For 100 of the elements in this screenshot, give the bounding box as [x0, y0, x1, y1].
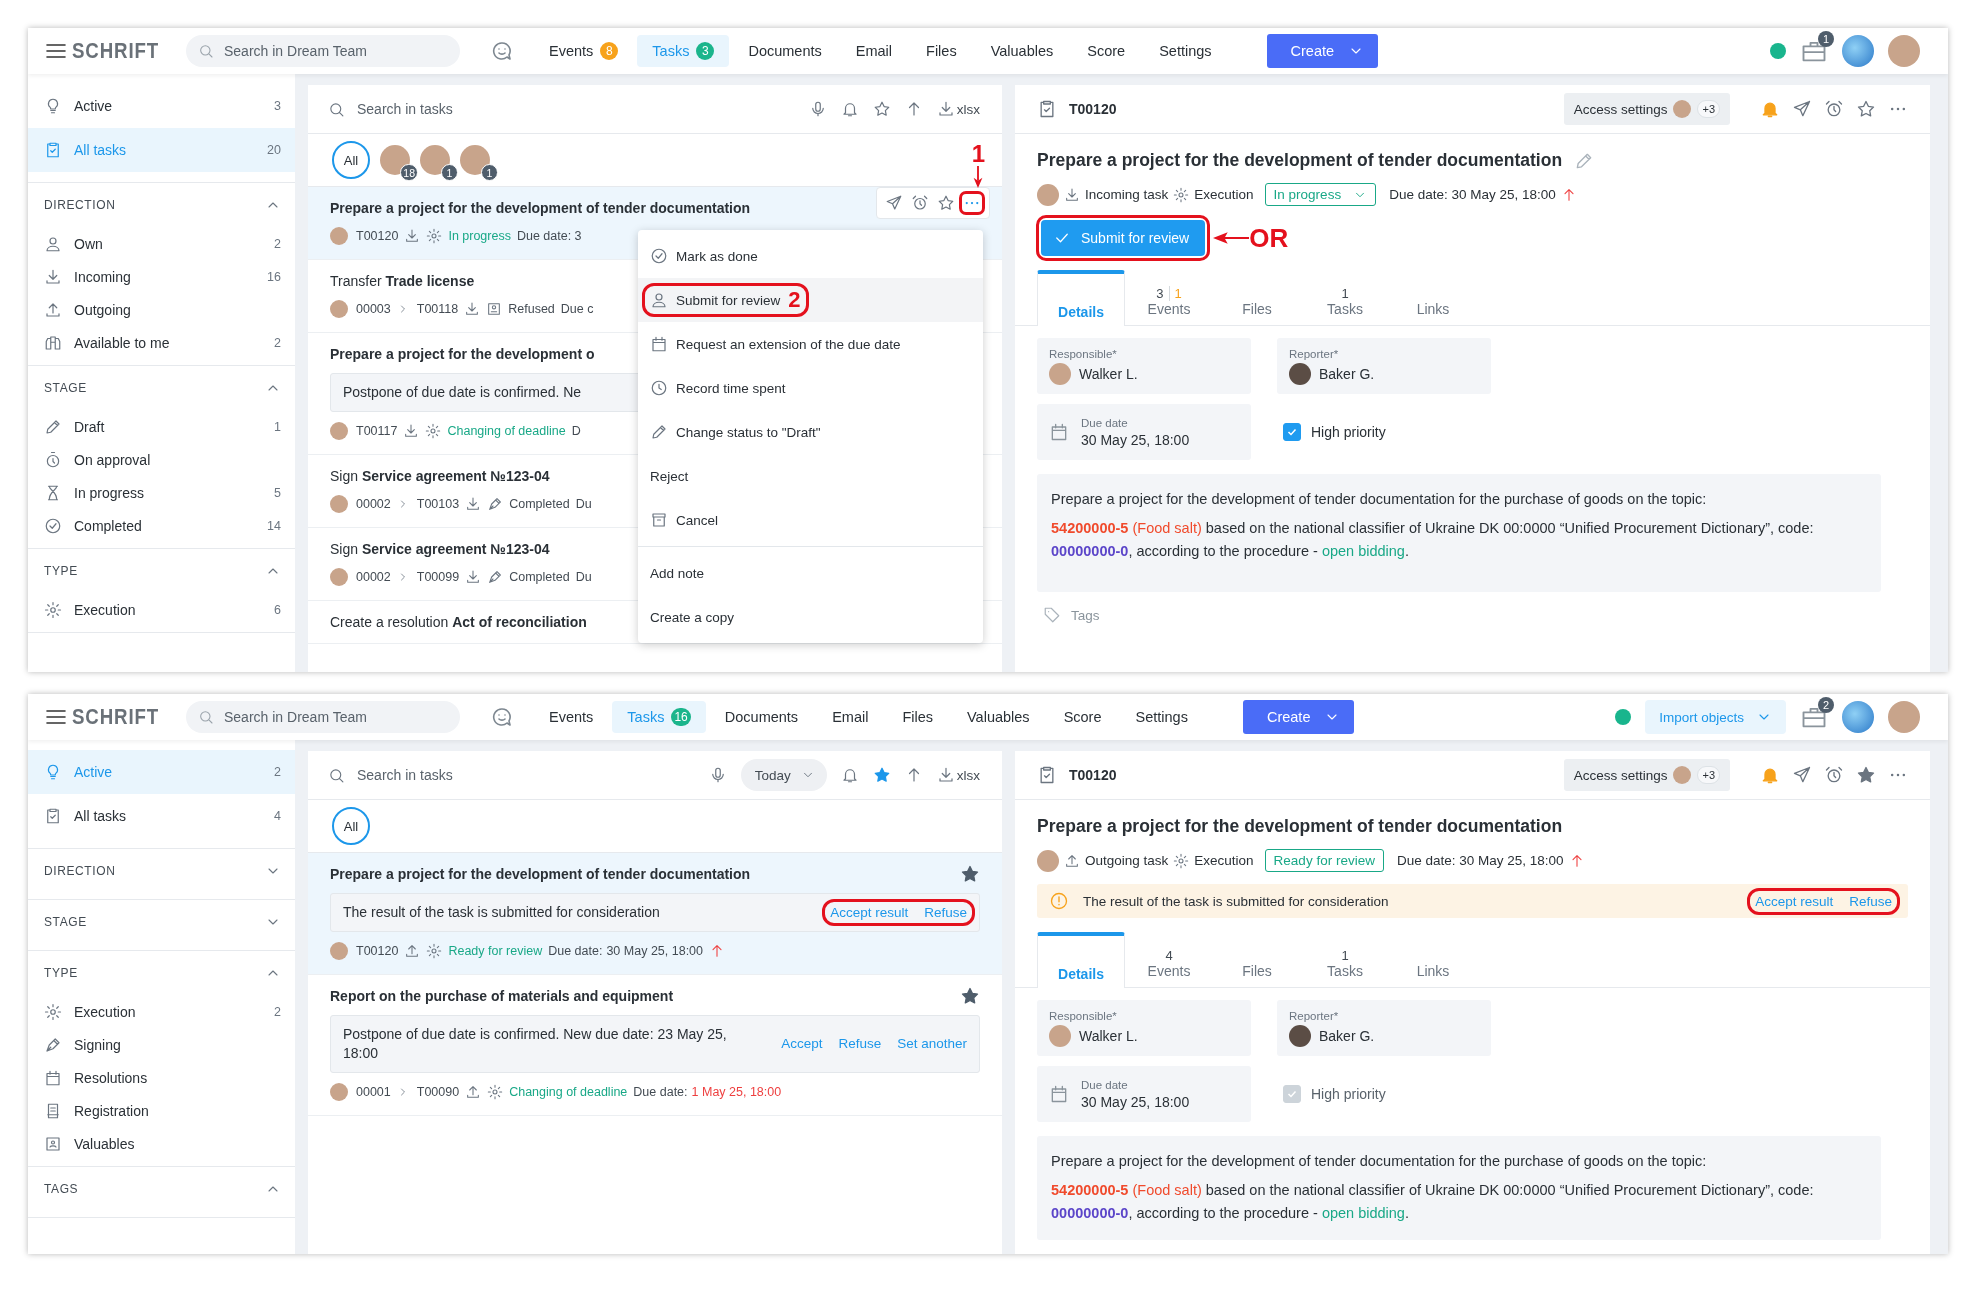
- task-number[interactable]: T00120: [356, 943, 399, 958]
- period-dropdown[interactable]: Today: [740, 759, 827, 791]
- task-number[interactable]: 00002: [356, 496, 391, 511]
- star-icon[interactable]: [1856, 765, 1876, 785]
- task-number[interactable]: T00117: [356, 423, 398, 438]
- nav-tab[interactable]: Events 8: [534, 35, 634, 67]
- alarm-clock-icon[interactable]: [911, 194, 929, 212]
- checkbox[interactable]: [1283, 423, 1301, 441]
- chat-bubble-icon[interactable]: [490, 39, 514, 63]
- task-number[interactable]: T00120: [356, 229, 399, 243]
- search-input[interactable]: Search in Dream Team: [222, 708, 448, 726]
- star-icon[interactable]: [960, 985, 980, 1006]
- nav-tab[interactable]: Documents: [709, 701, 814, 733]
- sidebar-item[interactable]: Execution 6: [28, 593, 295, 626]
- task-number[interactable]: T00118: [416, 302, 459, 316]
- section-header[interactable]: TYPE: [28, 951, 295, 995]
- tab[interactable]: Files: [1213, 270, 1301, 323]
- user-avatar[interactable]: [420, 145, 450, 175]
- alarm-clock-icon[interactable]: [1824, 99, 1844, 119]
- sidebar-item[interactable]: Valuables: [28, 1127, 295, 1160]
- nav-tab[interactable]: Email: [840, 35, 908, 67]
- task-number[interactable]: 00002: [356, 569, 391, 584]
- sidebar-item[interactable]: Active 2: [28, 750, 295, 794]
- section-header[interactable]: DIRECTION: [28, 849, 295, 893]
- send-icon[interactable]: [1792, 99, 1812, 119]
- export-button[interactable]: xlsx: [936, 100, 980, 118]
- menu-item[interactable]: Add note: [638, 551, 983, 595]
- field-card[interactable]: Responsible* Walker L.: [1037, 338, 1251, 394]
- sidebar-item[interactable]: Resolutions: [28, 1061, 295, 1094]
- section-header[interactable]: STAGE: [28, 900, 295, 944]
- tab[interactable]: Files: [1213, 932, 1301, 985]
- star-icon[interactable]: [937, 194, 955, 212]
- section-header[interactable]: DIRECTION: [28, 183, 295, 227]
- send-icon[interactable]: [1792, 765, 1812, 785]
- menu-item[interactable]: Create a copy: [638, 595, 983, 639]
- field-card[interactable]: Responsible* Walker L.: [1037, 1000, 1251, 1056]
- team-avatar[interactable]: [1842, 35, 1874, 67]
- menu-item[interactable]: Reject: [638, 454, 983, 498]
- menu-item[interactable]: Change status to "Draft": [638, 410, 983, 454]
- sidebar-item[interactable]: Draft 1: [28, 410, 295, 443]
- create-button[interactable]: Create: [1266, 34, 1379, 68]
- nav-tab[interactable]: Score: [1048, 701, 1117, 733]
- star-icon[interactable]: [872, 766, 891, 784]
- field-card[interactable]: Reporter* Baker G.: [1277, 1000, 1491, 1056]
- tab[interactable]: Links: [1389, 932, 1477, 985]
- create-button[interactable]: Create: [1242, 700, 1355, 734]
- access-settings-button[interactable]: Access settings +3: [1563, 759, 1730, 791]
- nav-tab[interactable]: Files: [911, 35, 972, 67]
- sidebar-item[interactable]: Incoming 16: [28, 260, 295, 293]
- task-number[interactable]: T00103: [416, 496, 460, 511]
- sidebar-item[interactable]: Execution 2: [28, 995, 295, 1028]
- sidebar-item[interactable]: Available to me 2: [28, 326, 295, 359]
- field-card[interactable]: Due date 30 May 25, 18:00: [1037, 1066, 1251, 1122]
- export-button[interactable]: xlsx: [936, 766, 980, 784]
- search-field[interactable]: Search in Dream Team: [186, 35, 460, 67]
- chat-bubble-icon[interactable]: [490, 705, 514, 729]
- task-number[interactable]: T00090: [416, 1084, 460, 1099]
- field-card[interactable]: Reporter* Baker G.: [1277, 338, 1491, 394]
- sidebar-item[interactable]: All tasks 4: [28, 794, 295, 838]
- task-number[interactable]: 00003: [356, 302, 391, 316]
- task-number[interactable]: T00099: [416, 569, 460, 584]
- task-row[interactable]: Prepare a project for the development of tender documentation The result of the task is submitted for consideration Accept result Refuse T00120 Ready for review Due date: 30 May 25, 18:00: [308, 853, 1002, 975]
- menu-item[interactable]: Record time spent: [638, 366, 983, 410]
- access-settings-button[interactable]: Access settings +3: [1563, 93, 1730, 125]
- sidebar-item[interactable]: On approval: [28, 443, 295, 476]
- section-header[interactable]: TAGS: [28, 1167, 295, 1211]
- tab[interactable]: Links: [1389, 270, 1477, 323]
- sidebar-item[interactable]: Own 2: [28, 227, 295, 260]
- section-header[interactable]: TYPE: [28, 549, 295, 593]
- menu-item[interactable]: Submit for review 2: [638, 278, 983, 322]
- alarm-clock-icon[interactable]: [1824, 765, 1844, 785]
- tab[interactable]: 3 1 Events: [1125, 270, 1213, 323]
- sidebar-item[interactable]: Signing: [28, 1028, 295, 1061]
- sidebar-item[interactable]: All tasks 20: [28, 128, 295, 172]
- section-header[interactable]: STAGE: [28, 366, 295, 410]
- nav-tab[interactable]: Settings: [1144, 35, 1227, 67]
- user-avatar[interactable]: [460, 145, 490, 175]
- sidebar-item[interactable]: Completed 14: [28, 509, 295, 542]
- nav-tab[interactable]: Files: [887, 701, 948, 733]
- menu-item[interactable]: Cancel: [638, 498, 983, 542]
- tab[interactable]: 4 Events: [1125, 932, 1213, 985]
- tab[interactable]: 1 Tasks: [1301, 932, 1389, 985]
- nav-tab[interactable]: Settings: [1120, 701, 1203, 733]
- nav-tab[interactable]: Score: [1072, 35, 1141, 67]
- send-icon[interactable]: [885, 194, 903, 212]
- team-avatar[interactable]: [1842, 701, 1874, 733]
- search-field[interactable]: Search in Dream Team: [186, 701, 460, 733]
- task-number[interactable]: 00001: [356, 1084, 391, 1099]
- nav-tab[interactable]: Valuables: [975, 35, 1069, 67]
- sidebar-item[interactable]: In progress 5: [28, 476, 295, 509]
- star-icon[interactable]: [1856, 99, 1876, 119]
- filter-chip[interactable]: All: [332, 807, 370, 845]
- star-icon[interactable]: [872, 100, 891, 118]
- field-card[interactable]: Due date 30 May 25, 18:00: [1037, 404, 1251, 460]
- nav-tab[interactable]: Documents: [733, 35, 837, 67]
- search-input[interactable]: Search in Dream Team: [222, 42, 448, 60]
- star-icon[interactable]: [960, 864, 980, 884]
- bell-icon[interactable]: [840, 766, 859, 784]
- filter-chip[interactable]: All: [332, 141, 370, 179]
- sidebar-item[interactable]: Outgoing: [28, 293, 295, 326]
